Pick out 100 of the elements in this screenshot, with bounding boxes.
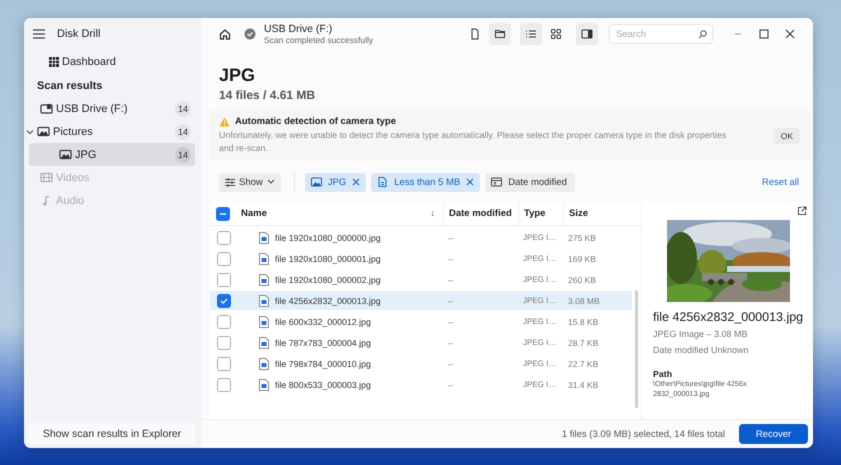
show-dropdown[interactable]: Show bbox=[219, 172, 281, 192]
date-cell-text: – bbox=[448, 232, 454, 242]
filter-chip[interactable]: JPG bbox=[304, 172, 366, 192]
image-file-icon bbox=[259, 336, 269, 348]
menu-icon[interactable] bbox=[33, 29, 45, 39]
file-row[interactable]: file 798x784_000010.jpg – JPEG I… 22.7 KB bbox=[210, 354, 632, 373]
file-row[interactable]: file 800x533_000003.jpg – JPEG I… 31.4 KB bbox=[210, 375, 632, 394]
row-checkbox[interactable] bbox=[217, 294, 231, 308]
calendar-icon bbox=[491, 177, 502, 187]
image-file-icon bbox=[259, 378, 269, 390]
file-name: file 1920x1080_000002.jpg bbox=[275, 274, 381, 284]
size-cell: 3.08 MB bbox=[568, 296, 600, 306]
tree-item[interactable]: Pictures 14 bbox=[29, 120, 195, 143]
path-label: Path bbox=[653, 369, 674, 379]
row-checkbox[interactable] bbox=[217, 252, 231, 266]
image-file-icon bbox=[259, 316, 269, 328]
image-file-icon bbox=[259, 294, 269, 306]
type-cell-text: JPEG I… bbox=[523, 296, 558, 305]
chevron-down-icon bbox=[266, 179, 275, 185]
folder-icon bbox=[494, 28, 506, 40]
image-file-icon bbox=[259, 232, 269, 244]
row-checkbox[interactable] bbox=[217, 230, 231, 244]
file-name: file 1920x1080_000000.jpg bbox=[275, 232, 381, 242]
external-link-icon[interactable] bbox=[797, 206, 807, 216]
folder-button[interactable] bbox=[489, 23, 511, 45]
file-row[interactable]: file 1920x1080_000000.jpg – JPEG I… 275 KB bbox=[210, 228, 632, 247]
alert-message: Unfortunately, we were unable to detect the camera type automatically. Please select the proper camera type in the disk properties and re-scan. bbox=[219, 129, 728, 155]
date-cell-text: – bbox=[448, 380, 454, 390]
sort-indicator[interactable]: ↓ bbox=[430, 208, 435, 219]
size-cell: 31.4 KB bbox=[568, 380, 598, 390]
close-icon bbox=[352, 178, 360, 186]
column-header[interactable]: Size bbox=[569, 208, 588, 219]
file-name: file 1920x1080_000001.jpg bbox=[275, 254, 381, 264]
row-checkbox[interactable] bbox=[217, 378, 231, 392]
select-all-checkbox[interactable] bbox=[216, 206, 230, 220]
preview-pane-button[interactable] bbox=[576, 23, 598, 45]
app-title: Disk Drill bbox=[57, 28, 100, 40]
count-badge: 14 bbox=[175, 124, 191, 140]
date-cell-text: – bbox=[448, 358, 454, 368]
reset-all-link[interactable]: Reset all bbox=[762, 176, 799, 188]
file-row[interactable]: file 787x783_000004.jpg – JPEG I… 28.7 KB bbox=[210, 333, 632, 352]
image-file-icon bbox=[259, 274, 269, 286]
dashboard-link[interactable]: Dashboard bbox=[29, 49, 195, 74]
recover-button[interactable]: Recover bbox=[739, 424, 808, 444]
selection-status: 1 files (3.09 MB) selected, 14 files total bbox=[562, 428, 725, 440]
size-cell: 22.7 KB bbox=[568, 358, 598, 368]
filter-chip[interactable]: Less than 5 MB bbox=[371, 172, 480, 192]
document-icon bbox=[377, 177, 388, 187]
alert-title: Automatic detection of camera type bbox=[235, 116, 396, 127]
date-modified: Date modified Unknown bbox=[653, 344, 750, 356]
filter-chip[interactable]: Date modified bbox=[485, 172, 575, 192]
sliders-icon bbox=[225, 178, 235, 186]
column-header[interactable]: Name bbox=[241, 208, 267, 219]
close-icon bbox=[784, 28, 796, 40]
count-badge: 14 bbox=[175, 100, 191, 116]
explorer-button[interactable]: Show scan results in Explorer bbox=[29, 423, 195, 444]
file-row[interactable]: file 1920x1080_000001.jpg – JPEG I… 169 KB bbox=[210, 249, 632, 268]
file-name: file 800x533_000003.jpg bbox=[275, 380, 371, 390]
section-heading: Scan results bbox=[36, 78, 104, 94]
row-checkbox[interactable] bbox=[217, 356, 231, 370]
date-cell-text: – bbox=[448, 316, 454, 326]
file-name: file 600x332_000012.jpg bbox=[275, 316, 371, 326]
image-file-icon bbox=[259, 358, 269, 370]
count-badge: 14 bbox=[175, 146, 191, 162]
search-icon bbox=[698, 30, 707, 38]
tree-item[interactable]: USB Drive (F:) 14 bbox=[29, 97, 195, 120]
date-cell-text: – bbox=[448, 274, 454, 284]
size-cell: 28.7 KB bbox=[568, 338, 598, 348]
type-cell-text: JPEG I… bbox=[523, 380, 558, 389]
maximize-icon bbox=[758, 28, 770, 40]
date-cell-text: – bbox=[448, 296, 454, 306]
row-checkbox[interactable] bbox=[217, 314, 231, 328]
home-icon[interactable] bbox=[219, 28, 231, 40]
file-row[interactable]: file 4256x2832_000013.jpg – JPEG I… 3.08 MB bbox=[210, 291, 632, 310]
date-cell-text: – bbox=[448, 338, 454, 348]
file-row[interactable]: file 600x332_000012.jpg – JPEG I… 15.8 KB bbox=[210, 312, 632, 331]
tree-item[interactable]: JPG 14 bbox=[29, 143, 195, 166]
ok-button[interactable]: OK bbox=[774, 128, 800, 144]
file-row[interactable]: file 1920x1080_000002.jpg – JPEG I… 260 KB bbox=[210, 270, 632, 289]
file-name: file 798x784_000010.jpg bbox=[275, 358, 371, 368]
page-title: JPG bbox=[219, 64, 256, 86]
list-button[interactable] bbox=[520, 23, 542, 45]
size-cell: 169 KB bbox=[568, 254, 596, 264]
minus-icon bbox=[220, 212, 226, 214]
type-cell-text: JPEG I… bbox=[523, 233, 558, 242]
row-checkbox[interactable] bbox=[217, 336, 231, 350]
date-cell-text: – bbox=[448, 254, 454, 264]
column-header[interactable]: Type bbox=[524, 208, 546, 219]
row-checkbox[interactable] bbox=[217, 272, 231, 286]
document-icon bbox=[469, 28, 481, 40]
size-cell: 275 KB bbox=[568, 232, 596, 242]
chevron-down-icon[interactable] bbox=[26, 128, 34, 136]
search-field[interactable]: Search bbox=[609, 24, 713, 44]
list-icon bbox=[525, 28, 537, 40]
image-icon bbox=[59, 149, 72, 160]
type-cell-text: JPEG I… bbox=[523, 254, 558, 263]
column-header[interactable]: Date modified bbox=[449, 208, 512, 219]
grid-icon bbox=[49, 56, 59, 66]
size-cell: 15.8 KB bbox=[568, 316, 598, 326]
scan-status: Scan completed successfully bbox=[264, 35, 374, 45]
